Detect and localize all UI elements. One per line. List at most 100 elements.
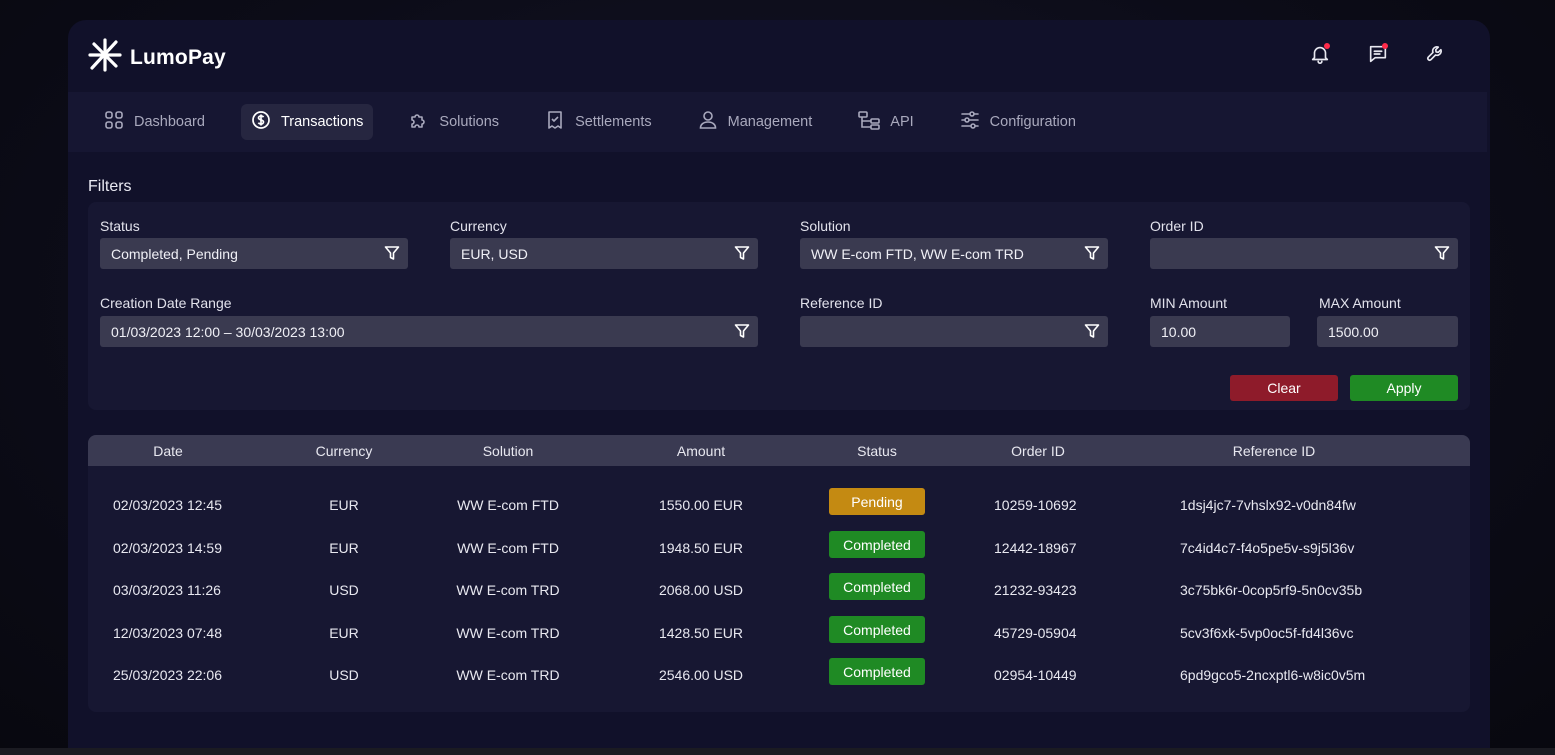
message-dot [1382,43,1388,49]
table-row[interactable]: 25/03/2023 22:06 USD WW E-com TRD 2546.0… [88,655,1470,697]
spark-logo-icon [88,38,122,77]
status-value: Completed, Pending [111,245,238,262]
status-badge: Completed [829,658,925,685]
cell-currency: EUR [329,497,359,513]
brand-logo[interactable]: LumoPay [88,38,226,77]
transactions-table: Date Currency Solution Amount Status Ord… [88,435,1470,712]
filter-icon[interactable] [1434,245,1450,264]
hierarchy-icon [858,110,881,134]
table-row[interactable]: 12/03/2023 07:48 EUR WW E-com TRD 1428.5… [88,613,1470,655]
solution-label: Solution [800,218,851,234]
order-id-filter[interactable] [1150,238,1458,269]
max-amount-value: 1500.00 [1328,323,1379,340]
cell-amount: 1428.50 EUR [658,625,744,641]
nav-label: Dashboard [134,114,205,130]
status-filter[interactable]: Completed, Pending [100,238,408,269]
cell-date: 03/03/2023 11:26 [113,582,221,598]
table-row[interactable]: 02/03/2023 12:45 EUR WW E-com FTD 1550.0… [88,485,1470,527]
cell-order-id: 45729-05904 [994,625,1077,641]
nav-label: Solutions [439,114,500,130]
cell-amount: 1550.00 EUR [658,497,744,513]
main-nav: Dashboard Transactions Solutions Settlem… [68,92,1487,152]
reference-id-label: Reference ID [800,295,883,311]
cell-date: 02/03/2023 14:59 [113,540,222,556]
wrench-icon[interactable] [1422,40,1450,68]
cell-date: 12/03/2023 07:48 [113,625,222,641]
bell-icon[interactable] [1306,40,1334,68]
col-solution[interactable]: Solution [483,443,534,459]
min-amount-label: MIN Amount [1150,295,1228,311]
user-icon [698,110,718,134]
cell-date: 02/03/2023 12:45 [113,497,222,513]
cell-amount: 2068.00 USD [658,582,744,598]
cell-order-id: 12442-18967 [994,540,1077,556]
filters-panel: Status Completed, Pending Currency EUR, … [88,202,1470,410]
nav-label: Transactions [280,114,364,130]
cell-solution: WW E-com FTD [457,540,559,556]
grid-icon [104,110,124,134]
filter-icon[interactable] [734,323,750,342]
receipt-check-icon [545,110,565,134]
nav-label: Configuration [989,114,1076,130]
cell-date: 25/03/2023 22:06 [113,667,222,683]
reference-id-filter[interactable] [800,316,1108,347]
cell-amount: 1948.50 EUR [658,540,744,556]
status-badge: Pending [829,488,925,515]
nav-label: Settlements [575,114,652,130]
header-actions [1306,40,1450,68]
clear-button[interactable]: Clear [1230,375,1338,401]
cell-reference-id: 6pd9gco5-2ncxptl6-w8ic0v5m [1180,667,1366,683]
cell-currency: EUR [329,540,359,556]
taskbar-strip [0,748,1555,755]
cell-order-id: 02954-10449 [994,667,1077,683]
date-range-label: Creation Date Range [100,295,232,311]
nav-item-dashboard[interactable]: Dashboard [94,104,215,140]
filter-icon[interactable] [384,245,400,264]
filter-icon[interactable] [1084,323,1100,342]
filter-icon[interactable] [1084,245,1100,264]
col-amount[interactable]: Amount [677,443,725,459]
status-badge: Completed [829,616,925,643]
solution-filter[interactable]: WW E-com FTD, WW E-com TRD [800,238,1108,269]
table-row[interactable]: 03/03/2023 11:26 USD WW E-com TRD 2068.0… [88,570,1470,612]
nav-item-management[interactable]: Management [688,104,823,140]
nav-item-api[interactable]: API [848,104,923,140]
table-row[interactable]: 02/03/2023 14:59 EUR WW E-com FTD 1948.5… [88,528,1470,570]
col-reference-id[interactable]: Reference ID [1233,443,1315,459]
filters-title: Filters [88,178,132,195]
app-window: LumoPay Dashboard Transactions Solutions… [68,20,1490,755]
nav-label: Management [727,114,813,130]
min-amount-input[interactable]: 10.00 [1150,316,1290,347]
min-amount-value: 10.00 [1161,323,1197,340]
puzzle-icon [409,110,429,134]
cell-solution: WW E-com TRD [456,667,560,683]
col-status[interactable]: Status [857,443,897,459]
cell-solution: WW E-com TRD [456,625,560,641]
apply-button[interactable]: Apply [1350,375,1458,401]
col-order-id[interactable]: Order ID [1011,443,1065,459]
max-amount-input[interactable]: 1500.00 [1317,316,1458,347]
sliders-icon [960,110,980,134]
status-badge: Completed [829,531,925,558]
nav-item-settlements[interactable]: Settlements [535,104,662,140]
solution-value: WW E-com FTD, WW E-com TRD [811,245,1024,262]
col-date[interactable]: Date [153,443,183,459]
date-range-filter[interactable]: 01/03/2023 12:00 – 30/03/2023 13:00 [100,316,758,347]
currency-label: Currency [450,218,507,234]
status-badge: Completed [829,573,925,600]
status-label: Status [100,218,140,234]
nav-item-configuration[interactable]: Configuration [950,104,1086,140]
nav-item-transactions[interactable]: Transactions [240,104,374,140]
col-currency[interactable]: Currency [316,443,373,459]
notification-dot [1324,43,1330,49]
order-id-label: Order ID [1150,218,1204,234]
cell-currency: USD [329,667,359,683]
currency-value: EUR, USD [461,245,528,262]
cell-currency: USD [329,582,359,598]
top-header: LumoPay [68,20,1490,92]
message-icon[interactable] [1364,40,1392,68]
cell-reference-id: 1dsj4jc7-7vhslx92-v0dn84fw [1180,497,1356,513]
currency-filter[interactable]: EUR, USD [450,238,758,269]
nav-item-solutions[interactable]: Solutions [399,104,509,140]
filter-icon[interactable] [734,245,750,264]
